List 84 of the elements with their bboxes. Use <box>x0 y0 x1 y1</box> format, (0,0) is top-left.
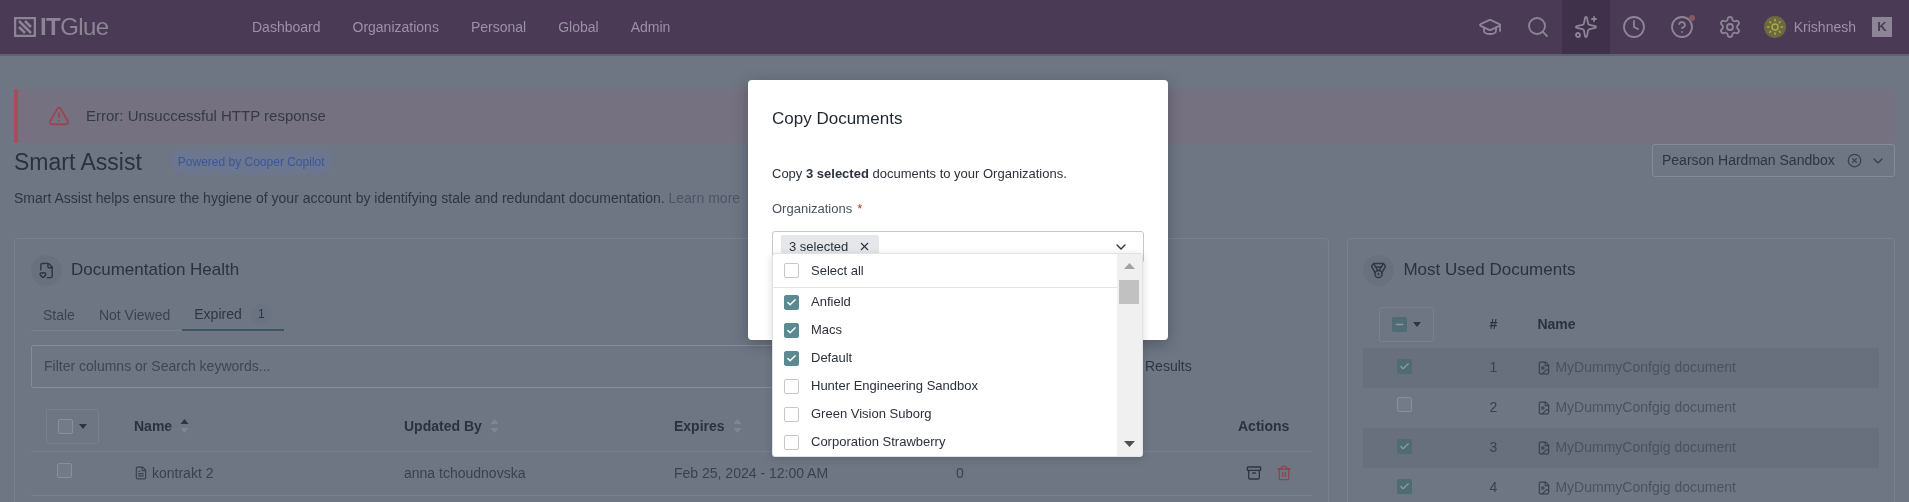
archive-icon[interactable] <box>1246 465 1262 481</box>
table-cell-text: 0 <box>955 463 965 483</box>
document-name[interactable]: kontrakt 2 <box>152 462 214 484</box>
sun-icon <box>1765 18 1784 36</box>
table-cell-text: anna tchoudnovska <box>403 463 527 483</box>
warning-icon <box>48 105 70 127</box>
account-badge[interactable]: K <box>1872 17 1892 37</box>
caret-icon <box>79 423 87 429</box>
document-icon <box>1537 400 1552 415</box>
column-header[interactable]: Actions <box>1238 415 1290 437</box>
row-checkbox[interactable] <box>1397 439 1413 454</box>
check-icon <box>786 296 797 308</box>
avatar[interactable] <box>1763 16 1786 38</box>
dropdown-option[interactable]: Default <box>773 344 1117 372</box>
select-all-menu[interactable] <box>46 408 99 444</box>
logo-text: ITGlue <box>40 12 109 42</box>
select-all-checkbox[interactable] <box>1392 317 1408 332</box>
error-message: Error: Unsuccessful HTTP response <box>86 105 326 126</box>
column-header[interactable]: Expires <box>674 415 725 437</box>
check-icon <box>1399 441 1411 452</box>
page-title: Smart Assist <box>14 148 142 177</box>
help-icon <box>1669 15 1694 39</box>
check-icon <box>1399 481 1411 492</box>
settings-icon <box>1717 15 1742 39</box>
caret-icon <box>1413 322 1422 327</box>
card-title: Most Used Documents <box>1403 259 1576 282</box>
search-icon <box>1525 15 1550 39</box>
medal-icon <box>1370 261 1388 279</box>
checkbox[interactable] <box>784 378 799 394</box>
row-number: 4 <box>1489 478 1499 497</box>
row-number: 2 <box>1489 398 1499 417</box>
row-checkbox[interactable] <box>1397 359 1413 374</box>
row-checkbox[interactable] <box>57 462 72 478</box>
checkbox[interactable] <box>784 294 799 310</box>
checkbox[interactable] <box>784 322 799 338</box>
checkbox[interactable] <box>784 434 799 450</box>
row-checkbox[interactable] <box>1397 479 1413 494</box>
results-label: Results <box>1145 356 1192 376</box>
dialog-message: Copy 3 selected documents to your Organizations. <box>772 164 1068 183</box>
field-label: Organizations <box>772 200 853 218</box>
dropdown-option[interactable]: Green Vision Suborg <box>773 400 1117 428</box>
dropdown-option[interactable]: Macs <box>773 316 1117 344</box>
tab[interactable]: Expired 1 <box>182 299 284 331</box>
logo[interactable]: ITGlue <box>14 9 244 45</box>
document-icon <box>38 261 55 279</box>
nav-link[interactable]: Personal <box>470 16 527 38</box>
nav-link[interactable]: Dashboard <box>252 16 321 38</box>
dropdown-option[interactable]: Corporation Strawberry <box>773 428 1117 456</box>
document-icon <box>1537 360 1552 375</box>
dialog-title: Copy Documents <box>772 108 904 130</box>
clear-icon[interactable] <box>1847 153 1862 168</box>
select-all-menu[interactable] <box>1379 307 1435 342</box>
user-name[interactable]: Krishnesh <box>1793 16 1856 38</box>
column-header[interactable]: Name <box>134 415 173 437</box>
checkbox[interactable] <box>784 263 799 278</box>
document-icon <box>1537 440 1552 455</box>
nav-link[interactable]: Organizations <box>352 16 439 38</box>
nav-link[interactable]: Global <box>558 16 599 38</box>
column-header[interactable]: Updated By <box>404 415 482 437</box>
select-all-option[interactable]: Select all <box>773 254 1117 288</box>
required-mark: * <box>857 200 863 218</box>
organization-picker[interactable]: Pearson Hardman Sandbox <box>1652 144 1895 177</box>
clock-icon <box>1621 15 1646 39</box>
column-header: # <box>1489 315 1499 334</box>
toolbar-button[interactable] <box>1561 0 1610 54</box>
nav-link[interactable]: Admin <box>630 16 671 38</box>
dropdown-option[interactable]: Anfield <box>773 288 1117 316</box>
logo-mark-icon <box>14 17 36 37</box>
tab-count: 1 <box>250 303 272 325</box>
check-icon <box>1399 361 1411 372</box>
row-checkbox[interactable] <box>1397 397 1413 412</box>
check-icon <box>786 352 797 364</box>
table-cell-text: Feb 25, 2024 - 12:00 AM <box>673 463 830 483</box>
column-header: Name <box>1537 315 1577 334</box>
select-all-checkbox[interactable] <box>58 418 73 434</box>
document-icon <box>1537 480 1552 495</box>
trash-icon[interactable] <box>1276 465 1292 481</box>
sort-icon[interactable] <box>180 418 190 434</box>
card-title: Documentation Health <box>71 259 240 282</box>
checkbox[interactable] <box>784 350 799 366</box>
document-icon <box>134 466 148 480</box>
sparkles-icon <box>1573 15 1598 39</box>
checkbox[interactable] <box>784 406 799 422</box>
check-icon <box>786 324 797 336</box>
